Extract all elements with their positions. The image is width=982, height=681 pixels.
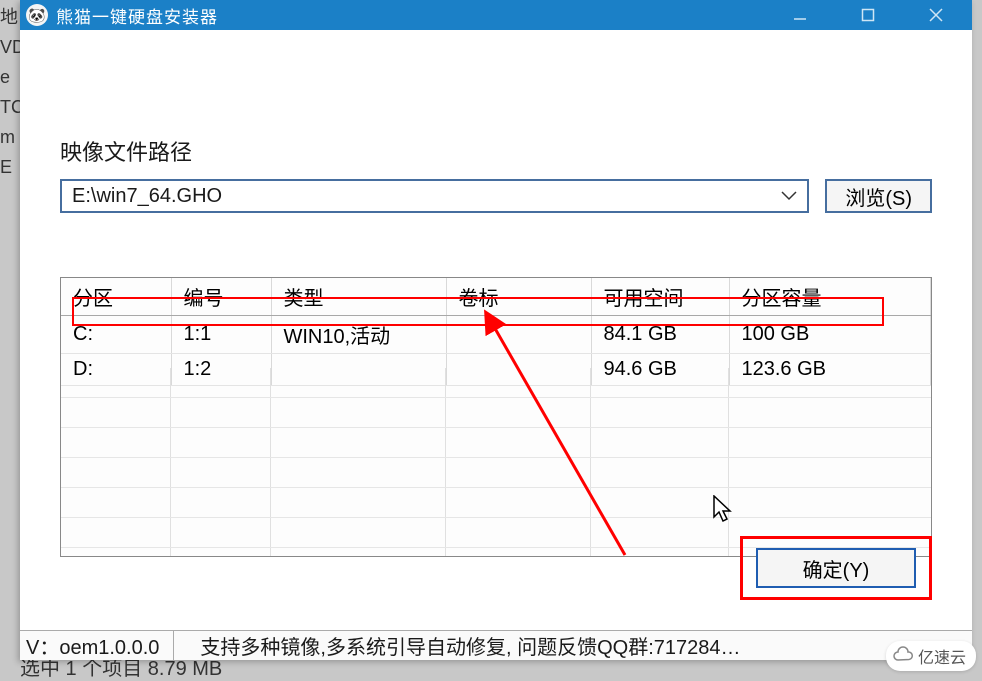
bg-frag: TC xyxy=(0,92,20,122)
col-type[interactable]: 类型 xyxy=(271,278,446,316)
cell-free: 84.1 GB xyxy=(591,316,729,354)
col-capacity[interactable]: 分区容量 xyxy=(729,278,931,316)
window-title: 熊猫一键硬盘安装器 xyxy=(56,3,780,28)
watermark-text: 亿速云 xyxy=(918,644,966,668)
panda-icon: 🐼 xyxy=(26,4,48,26)
col-free[interactable]: 可用空间 xyxy=(591,278,729,316)
cell-volume xyxy=(446,316,591,354)
cell-partition: C: xyxy=(61,316,171,354)
image-path-value: E:\win7_64.GHO xyxy=(72,185,222,208)
chevron-down-icon xyxy=(781,188,797,204)
statusbar: V：oem1.0.0.0 支持多种镜像,多系统引导自动修复, 问题反馈QQ群:7… xyxy=(20,630,972,660)
ok-button[interactable]: 确定(Y) xyxy=(756,548,916,588)
cell-number: 1:1 xyxy=(171,316,271,354)
annotation-highlight-ok: 确定(Y) xyxy=(740,536,932,600)
background-window-fragments: 地 VD e TC m E xyxy=(0,0,20,681)
minimize-button[interactable] xyxy=(780,0,820,30)
cell-capacity: 100 GB xyxy=(729,316,931,354)
titlebar[interactable]: 🐼 熊猫一键硬盘安装器 xyxy=(20,0,972,30)
col-number[interactable]: 编号 xyxy=(171,278,271,316)
close-button[interactable] xyxy=(916,0,956,30)
col-volume[interactable]: 卷标 xyxy=(446,278,591,316)
bg-frag: VD xyxy=(0,32,20,62)
version-text: V：oem1.0.0.0 xyxy=(26,631,174,660)
image-path-combobox[interactable]: E:\win7_64.GHO xyxy=(60,179,809,213)
watermark: 亿速云 xyxy=(886,641,976,671)
col-partition[interactable]: 分区 xyxy=(61,278,171,316)
cloud-icon xyxy=(892,646,914,667)
partition-table[interactable]: 分区 编号 类型 卷标 可用空间 分区容量 C: 1:1 WIN10,活动 8 xyxy=(60,277,932,557)
bg-frag: 地 xyxy=(0,2,20,32)
bg-frag: E xyxy=(0,152,20,182)
installer-window: 🐼 熊猫一键硬盘安装器 映像文件路径 E:\win7_64.GHO xyxy=(20,0,972,660)
ok-button-label: 确定(Y) xyxy=(803,554,870,583)
table-header-row: 分区 编号 类型 卷标 可用空间 分区容量 xyxy=(61,278,931,316)
browse-button-label: 浏览(S) xyxy=(845,182,912,211)
table-row[interactable]: C: 1:1 WIN10,活动 84.1 GB 100 GB xyxy=(61,316,931,354)
browse-button[interactable]: 浏览(S) xyxy=(825,179,932,213)
bg-frag: m xyxy=(0,122,20,152)
bg-frag: e xyxy=(0,62,20,92)
maximize-button[interactable] xyxy=(848,0,888,30)
status-message: 支持多种镜像,多系统引导自动修复, 问题反馈QQ群:717284… xyxy=(200,631,740,660)
image-path-label: 映像文件路径 xyxy=(60,135,932,167)
cursor-icon xyxy=(713,495,737,525)
cell-type: WIN10,活动 xyxy=(271,316,446,354)
